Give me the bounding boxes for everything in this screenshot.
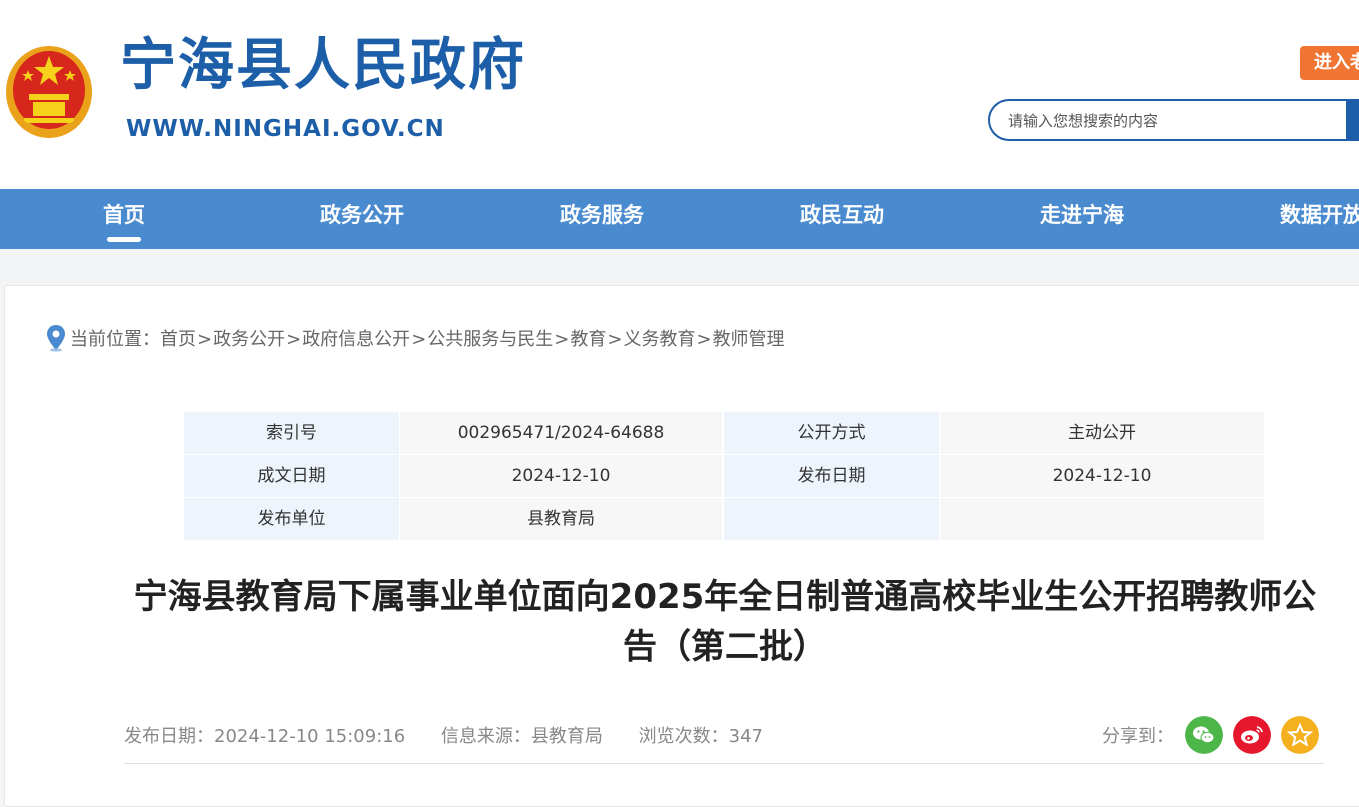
location-pin-icon (47, 325, 65, 352)
national-emblem-icon (6, 46, 92, 138)
nav-active-indicator (107, 237, 141, 242)
main-nav: 首页 政务公开 政务服务 政民互动 走进宁海 数据开放 (0, 189, 1359, 249)
publish-date-label: 发布日期 (724, 455, 939, 497)
breadcrumb-item[interactable]: 政务公开 (213, 329, 285, 350)
publisher-value: 县教育局 (400, 498, 722, 540)
publisher-label: 发布单位 (184, 498, 399, 540)
doc-date-label: 成文日期 (184, 455, 399, 497)
nav-item-open-data[interactable]: 数据开放 (1280, 189, 1359, 249)
divider (124, 763, 1324, 764)
breadcrumb-item[interactable]: 政府信息公开 (302, 329, 410, 350)
article-info: 发布日期：2024-12-10 15:09:16 信息来源：县教育局 浏览次数：… (124, 722, 793, 748)
info-source: 信息来源：县教育局 (440, 726, 603, 747)
nav-item-about-ninghai[interactable]: 走进宁海 (1040, 189, 1124, 249)
breadcrumb-item-home[interactable]: 首页 (160, 329, 196, 350)
breadcrumb-item[interactable]: 义务教育 (623, 329, 695, 350)
empty-label-cell (724, 498, 939, 540)
search-input[interactable] (1006, 107, 1340, 135)
site-url: WWW.NINGHAI.GOV.CN (126, 116, 445, 142)
search-box (988, 99, 1359, 141)
open-method-value: 主动公开 (940, 412, 1264, 454)
wechat-icon[interactable] (1185, 716, 1223, 754)
breadcrumb-prefix: 当前位置： (70, 329, 160, 350)
site-header: 宁海县人民政府 WWW.NINGHAI.GOV.CN (0, 0, 1359, 189)
publish-time: 发布日期：2024-12-10 15:09:16 (124, 726, 406, 747)
index-number-label: 索引号 (184, 412, 399, 454)
breadcrumb-item[interactable]: 教育 (570, 329, 606, 350)
doc-date-value: 2024-12-10 (400, 455, 722, 497)
breadcrumb-item[interactable]: 公共服务与民生 (427, 329, 553, 350)
document-meta-table: 索引号 002965471/2024-64688 公开方式 主动公开 成文日期 … (184, 412, 1264, 540)
nav-item-gov-services[interactable]: 政务服务 (560, 189, 644, 249)
nav-item-gov-affairs-open[interactable]: 政务公开 (320, 189, 404, 249)
weibo-icon[interactable] (1233, 716, 1271, 754)
nav-item-interaction[interactable]: 政民互动 (800, 189, 884, 249)
site-title[interactable]: 宁海县人民政府 (120, 38, 526, 94)
breadcrumb-item[interactable]: 教师管理 (713, 329, 785, 350)
empty-value-cell (940, 498, 1264, 540)
search-button[interactable] (1346, 99, 1359, 141)
view-count: 浏览次数：347 (638, 726, 763, 747)
star-icon[interactable] (1281, 716, 1319, 754)
enter-elderly-mode-button[interactable]: 进入老 (1300, 46, 1359, 80)
share-label: 分享到： (1102, 726, 1174, 747)
index-number-value: 002965471/2024-64688 (400, 412, 722, 454)
article-title: 宁海县教育局下属事业单位面向2025年全日制普通高校毕业生公开招聘教师公告（第二… (133, 577, 1317, 667)
publish-date-value: 2024-12-10 (940, 455, 1264, 497)
open-method-label: 公开方式 (724, 412, 939, 454)
